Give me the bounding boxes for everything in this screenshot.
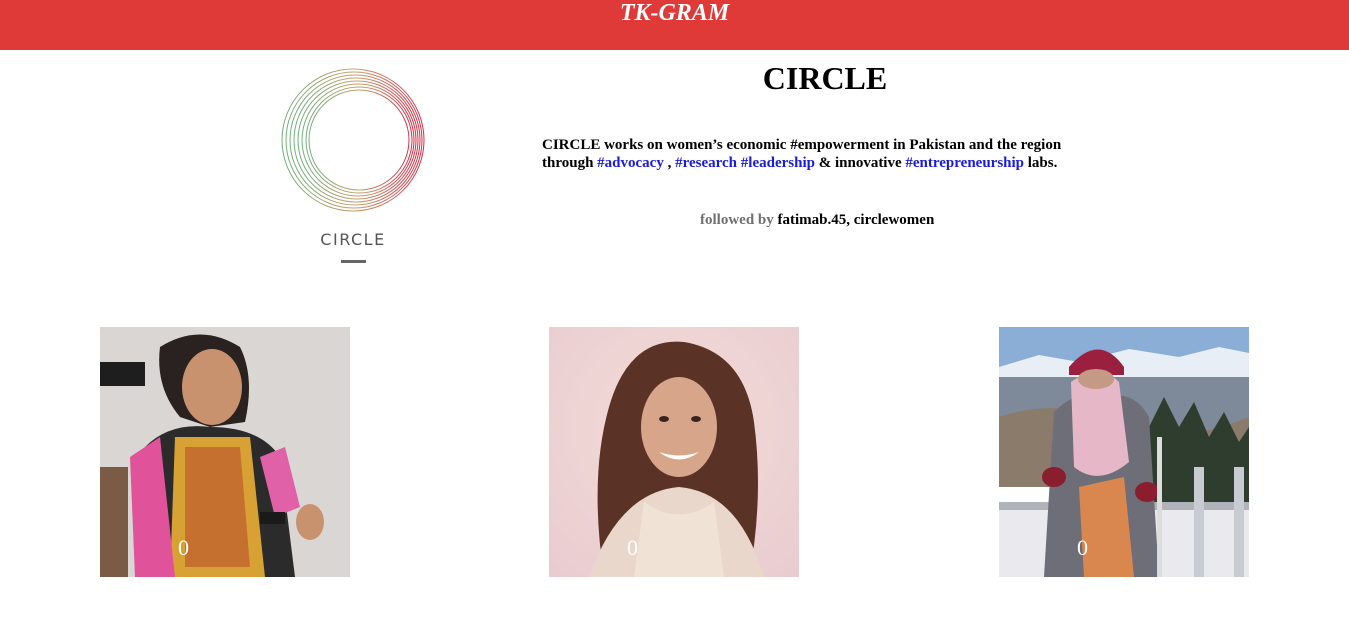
hashtag-leadership-link[interactable]: #leadership (741, 155, 815, 171)
circle-rings-logo-icon (281, 68, 425, 212)
post-thumbnail[interactable]: 0 (999, 327, 1249, 577)
post-thumbnail[interactable]: 0 (100, 327, 350, 577)
profile-logo: CIRCLE (270, 58, 436, 270)
bio-line-1: CIRCLE works on women’s economic #empowe… (542, 137, 1062, 153)
top-navbar: TK-GRAM (0, 0, 1349, 50)
logo-wordmark: CIRCLE (320, 230, 386, 249)
followed-by: followed by fatimab.45, circlewomen (700, 212, 934, 229)
profile-name: CIRCLE (762, 60, 888, 96)
followed-by-label: followed by (700, 212, 774, 228)
post-thumbnail[interactable]: 0 (549, 327, 799, 577)
logo-underline (341, 260, 366, 263)
bio-text: & innovative (814, 155, 906, 171)
brand-title[interactable]: TK-GRAM (0, 0, 1349, 26)
hashtag-entrepreneurship-link[interactable]: #entrepreneurship (905, 155, 1024, 171)
bio-separator: , (663, 155, 676, 171)
woman-speaking-photo (100, 327, 350, 577)
bio-prefix: through (542, 155, 598, 171)
woman-mountains-photo (999, 327, 1249, 577)
bio-suffix: labs. (1024, 155, 1058, 171)
profile-bio: CIRCLE works on women’s economic #empowe… (542, 136, 1122, 172)
smiling-woman-selfie-photo (549, 327, 799, 577)
followed-by-users[interactable]: fatimab.45, circlewomen (778, 212, 935, 228)
hashtag-research-link[interactable]: #research (675, 155, 737, 171)
hashtag-advocacy-link[interactable]: #advocacy (597, 155, 664, 171)
